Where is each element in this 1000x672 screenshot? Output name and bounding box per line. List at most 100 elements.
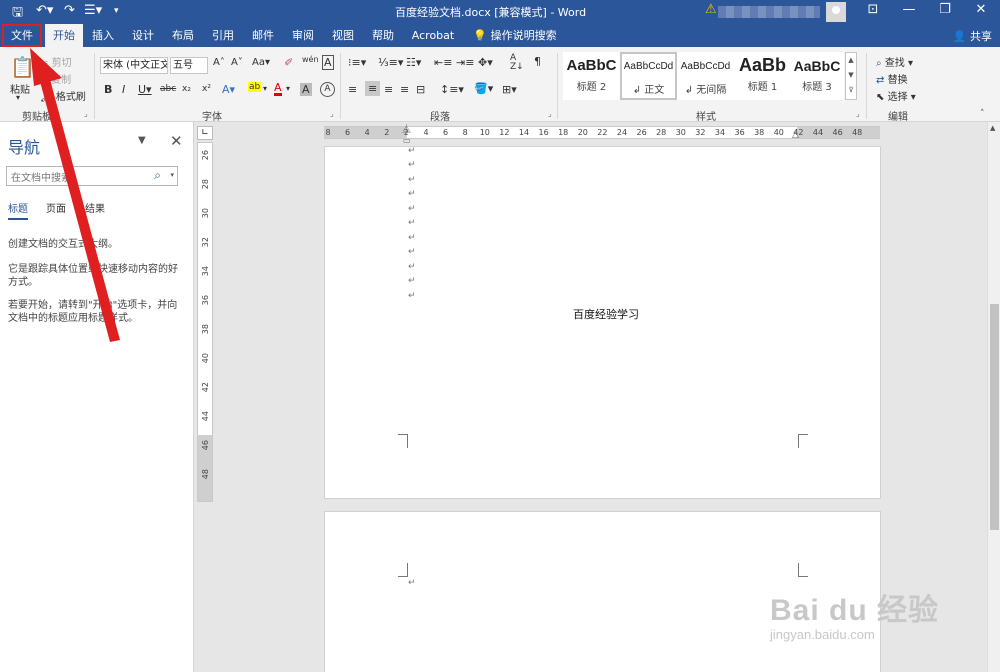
avatar[interactable] [826,2,846,22]
copy-button[interactable]: ⎘ 复制 [40,71,71,86]
nav-tab-headings[interactable]: 标题 [8,200,28,220]
ribbon-display-options-icon[interactable]: ⊡ [858,2,888,17]
select-button[interactable]: ⬉ 选择 ▾ [876,88,916,103]
character-shading-icon[interactable]: A [300,83,312,96]
find-button[interactable]: ⌕ 查找 ▾ [876,54,913,69]
tab-home[interactable]: 开始 [45,24,83,47]
decrease-indent-icon[interactable]: ⇤≡ [434,56,452,69]
left-indent-marker[interactable]: ▭ [403,136,411,145]
show-marks-icon[interactable]: ¶ [534,55,541,68]
styles-gallery-scroll[interactable]: ▲ ▼ ⊽ [845,52,857,100]
clipboard-launcher-icon[interactable]: ⌟ [84,109,88,118]
first-line-indent-marker[interactable]: ⏅ [402,122,411,135]
tab-layout[interactable]: 布局 [165,24,201,47]
bold-icon[interactable]: B [104,83,112,96]
multilevel-list-icon[interactable]: ☷▾ [406,56,421,69]
increase-indent-icon[interactable]: ⇥≡ [456,56,474,69]
cut-button[interactable]: ✂ 剪切 [40,54,72,69]
italic-icon[interactable]: I [122,83,125,96]
style-no-spacing[interactable]: AaBbCcDd ↲ 无间隔 [677,52,734,100]
shrink-font-icon[interactable]: A˅ [231,57,243,68]
paragraph-launcher-icon[interactable]: ⌟ [548,109,552,118]
font-launcher-icon[interactable]: ⌟ [330,109,334,118]
subscript-icon[interactable]: x₂ [182,84,191,94]
right-indent-marker[interactable]: △ [792,130,799,140]
nav-search-input[interactable]: 在文档中搜索 ⌕ ▾ [6,166,178,186]
tab-acrobat[interactable]: Acrobat [408,24,458,47]
text-effects-icon[interactable]: A▾ [222,83,235,96]
ruler-tick-label: 24 [616,128,628,137]
format-painter-button[interactable]: 🖌 格式刷 [40,88,86,103]
tab-view[interactable]: 视图 [325,24,361,47]
tab-design[interactable]: 设计 [125,24,161,47]
warning-icon[interactable]: ⚠ [705,2,717,17]
tab-insert[interactable]: 插入 [85,24,121,47]
phonetic-guide-icon[interactable]: wén [302,55,319,64]
highlight-dropdown-icon[interactable]: ▾ [263,84,267,93]
save-icon[interactable]: 🖫 [12,3,23,25]
font-color-dropdown-icon[interactable]: ▾ [286,84,290,93]
collapse-ribbon-icon[interactable]: ˄ [980,109,985,119]
nav-tab-pages[interactable]: 页面 [46,200,66,215]
borders-icon[interactable]: ⊞▾ [502,83,517,96]
highlight-icon[interactable]: ab [248,82,262,92]
nav-close-icon[interactable]: ✕ [170,132,183,150]
style-normal[interactable]: AaBbCcDd ↲ 正文 [620,52,677,100]
crop-mark [398,434,408,448]
vertical-scrollbar[interactable]: ▲ [987,122,1000,672]
scroll-thumb[interactable] [990,304,999,530]
redo-icon[interactable]: ↷ [64,3,75,18]
font-size-combo[interactable]: 五号 [170,57,208,74]
style-heading-2[interactable]: AaBbC 标题 2 [563,52,620,100]
shading-icon[interactable]: 🪣▾ [474,82,493,95]
bullets-icon[interactable]: ⁝≡▾ [348,56,366,69]
paste-icon[interactable]: 📋 [10,55,35,79]
restore-icon[interactable]: ❐ [930,2,960,17]
style-preview: AaBbC [566,57,617,74]
list-style-icon[interactable]: ☰▾ [84,3,102,18]
font-color-icon[interactable]: A [274,82,282,96]
tab-mailings[interactable]: 邮件 [245,24,281,47]
scroll-up-icon[interactable]: ▲ [990,124,995,132]
tab-selector[interactable]: ∟ [197,126,213,140]
nav-options-icon[interactable]: ▼ [138,135,146,146]
distributed-icon[interactable]: ⊟ [416,83,425,96]
paste-dropdown-icon[interactable]: ▾ [16,93,20,102]
justify-icon[interactable]: ≡ [400,83,409,96]
tab-review[interactable]: 审阅 [285,24,321,47]
sort-icon[interactable]: A Z↓ [510,54,524,72]
superscript-icon[interactable]: x² [202,84,211,94]
character-border-icon[interactable]: A [322,55,334,70]
document-text[interactable]: 百度经验学习 [573,306,639,322]
strikethrough-icon[interactable]: abc [160,84,176,94]
tab-help[interactable]: 帮助 [365,24,401,47]
chevron-down-icon[interactable]: ▾ [170,171,174,179]
clear-formatting-icon[interactable]: ✐ [284,56,293,69]
tab-references[interactable]: 引用 [205,24,241,47]
nav-tab-results[interactable]: 结果 [85,200,105,215]
styles-launcher-icon[interactable]: ⌟ [856,109,860,118]
close-icon[interactable]: ✕ [966,2,996,17]
style-heading-1[interactable]: AaBb 标题 1 [734,52,791,100]
line-spacing-icon[interactable]: ↕≡▾ [440,83,464,96]
ruler-tick-label: 30 [201,208,210,219]
grow-font-icon[interactable]: A˄ [213,57,225,68]
tab-file[interactable]: 文件 [2,24,42,47]
align-right-icon[interactable]: ≡ [384,83,393,96]
share-button[interactable]: 👤 共享 [953,28,992,44]
undo-icon[interactable]: ↶▾ [36,3,53,18]
customize-toolbar-icon[interactable]: ▾ [114,6,119,16]
chinese-layout-icon[interactable]: ✥▾ [478,56,493,69]
tell-me-search[interactable]: 💡 操作说明搜索 [470,24,560,47]
change-case-icon[interactable]: Aa▾ [252,57,270,68]
font-name-combo[interactable]: 宋体 (中文正文 [100,57,168,74]
underline-icon[interactable]: U▾ [138,83,152,96]
minimize-icon[interactable]: — [894,2,924,17]
numbering-icon[interactable]: ⅓≡▾ [378,56,403,69]
style-heading-3[interactable]: AaBbC 标题 3 [790,52,844,100]
align-center-icon[interactable]: ≡ [365,81,381,96]
search-icon[interactable]: ⌕ [154,168,161,183]
enclose-characters-icon[interactable]: A [320,82,335,97]
replace-button[interactable]: ⇄ 替换 [876,71,908,86]
align-left-icon[interactable]: ≡ [348,83,357,96]
